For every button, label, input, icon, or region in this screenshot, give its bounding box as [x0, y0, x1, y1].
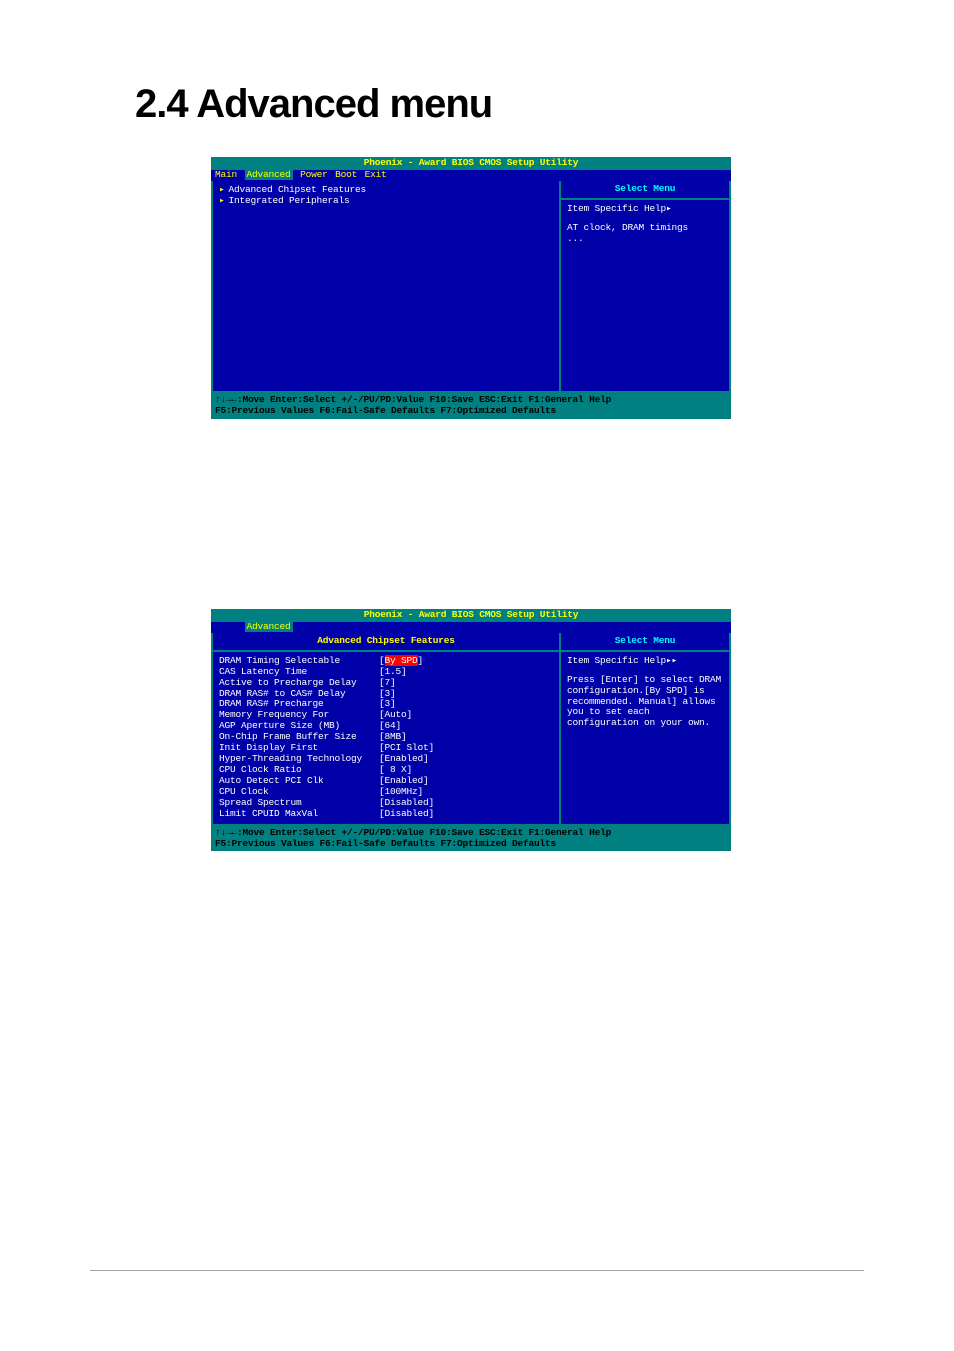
setting-row[interactable]: Active to Precharge Delay[7]	[219, 678, 553, 689]
bios-title-bar: Phoenix - Award BIOS CMOS Setup Utility	[211, 157, 731, 170]
right-panel-body: Item Specific Help▸▸ Press [Enter] to se…	[561, 652, 729, 824]
bios-window-advanced-menu: Phoenix - Award BIOS CMOS Setup Utility …	[211, 157, 731, 419]
menu-power[interactable]: Power	[300, 169, 328, 180]
bios-left-panel: Advanced Chipset Features DRAM Timing Se…	[213, 633, 559, 824]
bios-footer: ↑↓→←:Move Enter:Select +/-/PU/PD:Value F…	[211, 393, 731, 419]
bios-right-panel: Select Menu Item Specific Help▸ AT clock…	[559, 181, 729, 391]
bios-footer: ↑↓→←:Move Enter:Select +/-/PU/PD:Value F…	[211, 826, 731, 852]
menu-advanced[interactable]: Advanced	[245, 169, 293, 180]
menu-boot[interactable]: Boot	[335, 169, 357, 180]
setting-label: Limit CPUID MaxVal	[219, 809, 379, 820]
bios-window-chipset-features: Phoenix - Award BIOS CMOS Setup Utility …	[211, 609, 731, 851]
submenu-label: Advanced Chipset Features	[229, 184, 367, 195]
bios-body: Advanced Chipset Features DRAM Timing Se…	[211, 633, 731, 826]
help-title: Item Specific Help▸▸	[567, 656, 723, 667]
right-panel-body: Item Specific Help▸ AT clock, DRAM timin…	[561, 200, 729, 391]
setting-value[interactable]: [Disabled]	[379, 809, 434, 820]
setting-row[interactable]: Limit CPUID MaxVal[Disabled]	[219, 809, 553, 820]
menu-advanced[interactable]: Advanced	[245, 621, 293, 632]
setting-label: CAS Latency Time	[219, 667, 379, 678]
right-panel-header: Select Menu	[561, 633, 729, 652]
help-title: Item Specific Help▸	[567, 204, 723, 215]
bios-title-bar: Phoenix - Award BIOS CMOS Setup Utility	[211, 609, 731, 622]
arrow-icon: ▸	[219, 184, 225, 195]
setting-value[interactable]: [7]	[379, 678, 396, 689]
page-title: 2.4 Advanced menu	[135, 82, 492, 127]
right-panel-header: Select Menu	[561, 181, 729, 200]
bios-subheader: Advanced Chipset Features	[213, 633, 559, 652]
bios-body: ▸ Advanced Chipset Features ▸ Integrated P…	[211, 181, 731, 393]
help-body-line: AT clock, DRAM timings	[567, 223, 723, 234]
setting-value[interactable]: [1.5]	[379, 667, 407, 678]
bios-right-panel: Select Menu Item Specific Help▸▸ Press […	[559, 633, 729, 824]
setting-row[interactable]: CAS Latency Time[1.5]	[219, 667, 553, 678]
setting-label: Active to Precharge Delay	[219, 678, 379, 689]
submenu-integrated-peripherals[interactable]: ▸ Integrated Peripherals	[219, 196, 553, 207]
bios-left-panel: ▸ Advanced Chipset Features ▸ Integrated P…	[213, 181, 559, 391]
footer-line-2: F5:Previous Values F6:Fail-Safe Defaults…	[215, 406, 727, 417]
help-body-line: ...	[567, 234, 723, 245]
bios-menu-bar[interactable]: Main Advanced	[211, 622, 731, 633]
page-footer-rule	[90, 1270, 864, 1271]
menu-main[interactable]: Main	[215, 169, 237, 180]
submenu-label: Integrated Peripherals	[229, 195, 350, 206]
footer-line-2: F5:Previous Values F6:Fail-Safe Defaults…	[215, 839, 727, 850]
footer-line-1: ↑↓→←:Move Enter:Select +/-/PU/PD:Value F…	[215, 828, 727, 839]
help-body: Press [Enter] to select DRAM configurati…	[567, 675, 723, 730]
bios-menu-bar[interactable]: Main Advanced Power Boot Exit	[211, 170, 731, 181]
menu-exit[interactable]: Exit	[365, 169, 387, 180]
arrow-icon: ▸	[219, 195, 225, 206]
